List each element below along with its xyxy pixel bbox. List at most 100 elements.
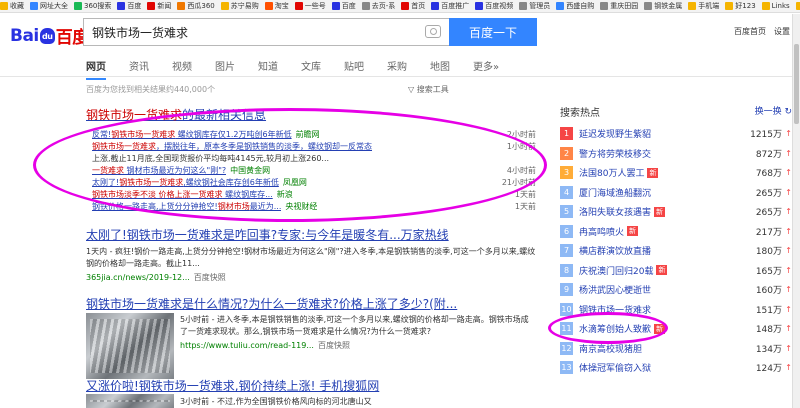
result-title-link[interactable]: 又涨价啦!钢铁市场一货难求,钢价持续上涨! 手机搜狐网 bbox=[86, 377, 536, 394]
news-time: 1天前 bbox=[514, 190, 536, 199]
hot-item-link[interactable]: 横店群演饮放直播 bbox=[579, 244, 738, 257]
hot-item[interactable]: 11 水滴筹创始人致歉新 148万 ↑ bbox=[560, 319, 792, 339]
bookmark-label: 百度 bbox=[341, 2, 356, 10]
bookmark-label: 新闻 bbox=[157, 2, 172, 10]
hot-item-link[interactable]: 延迟发现野生紫貂 bbox=[579, 127, 738, 140]
hot-item[interactable]: 6 冉高鸣喷火新 217万 ↑ bbox=[560, 222, 792, 242]
bookmark-icon bbox=[294, 2, 303, 10]
hot-item[interactable]: 7 横店群演饮放直播 180万 ↑ bbox=[560, 241, 792, 261]
bookmark-icon bbox=[147, 2, 156, 10]
bookmark-item[interactable]: 淘宝 bbox=[264, 1, 289, 11]
bookmark-item[interactable]: 西瓜360 bbox=[177, 1, 215, 11]
news-link[interactable]: 钢铁市场淡季不淡 价格上涨一货难求 螺纹钢库存... bbox=[92, 189, 273, 201]
search-input[interactable] bbox=[84, 19, 414, 45]
result-title-link[interactable]: 太刚了!钢铁市场一货难求是咋回事?专家:与今年是暖冬有...万家热线 bbox=[86, 226, 536, 243]
hot-search-panel: 搜索热点 换一换 ↻ 1 延迟发现野生紫貂 1215万 ↑ 2 警方将劳荣枝移交 872万 ↑… bbox=[560, 104, 792, 378]
rank-badge: 8 bbox=[560, 263, 573, 277]
bookmark-item[interactable]: 西盛自购 bbox=[556, 1, 594, 11]
new-badge: 新 bbox=[656, 265, 668, 276]
hot-item[interactable]: 1 延迟发现野生紫貂 1215万 ↑ bbox=[560, 124, 792, 144]
hot-item[interactable]: 4 厦门海域渔船翻沉 265万 ↑ bbox=[560, 183, 792, 203]
bookmark-item[interactable]: 百度 bbox=[331, 1, 356, 11]
trend-up-icon: ↑ bbox=[785, 363, 792, 373]
search-tools-button[interactable]: ▽ 搜索工具 bbox=[408, 84, 449, 95]
result-2-body: 5小时前 - 进入冬季,本是钢铁销售的淡季,可这一个多月以来,螺纹钢的价格却一路… bbox=[180, 314, 536, 351]
bookmark-item[interactable]: 一些号 bbox=[294, 1, 326, 11]
result-thumbnail[interactable] bbox=[86, 394, 174, 408]
hot-item[interactable]: 2 警方将劳荣枝移交 872万 ↑ bbox=[560, 144, 792, 164]
snapshot-link[interactable]: 百度快照 bbox=[318, 341, 350, 350]
news-link[interactable]: 钢铁市场一货难求，摆脱往年，原本冬季是钢铁销售的淡季，螺纹钢却一反常态 bbox=[92, 141, 372, 153]
bookmark-label: Links bbox=[771, 2, 790, 10]
heat-value: 217万 bbox=[755, 227, 782, 238]
hot-item-link[interactable]: 钢铁市场一货难求 bbox=[579, 303, 738, 316]
camera-icon[interactable] bbox=[425, 25, 441, 38]
result-url[interactable]: https://www.tuliu.com/read-119... 百度快照 bbox=[180, 340, 536, 351]
hot-item-link[interactable]: 冉高鸣喷火新 bbox=[579, 225, 738, 238]
refresh-button[interactable]: 换一换 ↻ bbox=[755, 104, 792, 119]
news-link[interactable]: 钢铁价格一路走高,上货分分钟抢空!钢材市场最近为... bbox=[92, 201, 281, 213]
bookmark-icon bbox=[117, 2, 126, 10]
bookmark-item[interactable]: 苏宁易购 bbox=[220, 1, 259, 11]
hot-item[interactable]: 3 法国80万人罢工新 768万 ↑ bbox=[560, 163, 792, 183]
news-item: 一货难求 钢材市场最近为何这么"刚"? 中国黄金网 4小时前 bbox=[92, 165, 536, 177]
bookmark-item[interactable]: 好123 bbox=[725, 1, 756, 11]
scrollbar[interactable] bbox=[792, 14, 800, 408]
bookmark-item[interactable]: Links for bbox=[795, 2, 800, 10]
hot-item-link[interactable]: 南京高校现猪胆 bbox=[579, 342, 738, 355]
hot-item[interactable]: 5 洛阳失联女孩遇害新 265万 ↑ bbox=[560, 202, 792, 222]
news-head-link[interactable]: 钢铁市场一货难求的最新相关信息 bbox=[86, 106, 536, 123]
bookmark-icon bbox=[556, 2, 565, 10]
bookmark-item[interactable]: 百度视频 bbox=[475, 1, 513, 11]
bookmark-item[interactable]: 管理员 bbox=[519, 1, 550, 11]
hot-item[interactable]: 9 杨洪武因心梗逝世 160万 ↑ bbox=[560, 280, 792, 300]
result-title-link[interactable]: 钢铁市场一货难求是什么情况?为什么一货难求?价格上涨了多少?(附... bbox=[86, 295, 536, 312]
result-3: 又涨价啦!钢铁市场一货难求,钢价持续上涨! 手机搜狐网 bbox=[86, 377, 536, 394]
news-link[interactable]: 反常!钢铁市场一货难求 螺纹钢库存仅1.2万吨创6年新低 bbox=[92, 129, 292, 141]
hot-item-link[interactable]: 洛阳失联女孩遇害新 bbox=[579, 205, 738, 218]
bookmark-item[interactable]: 重庆田园 bbox=[600, 1, 638, 11]
bookmark-item[interactable]: 去页-系 bbox=[361, 1, 395, 11]
hot-item[interactable]: 13 体操冠军偷窃入狱 124万 ↑ bbox=[560, 358, 792, 378]
news-time: 4小时前 bbox=[506, 166, 536, 175]
hot-item-link[interactable]: 厦门海域渔船翻沉 bbox=[579, 186, 738, 199]
news-link[interactable]: 太刚了!钢铁市场一货难求,螺纹钢社会库存创6年新低 bbox=[92, 177, 279, 189]
hot-item-link[interactable]: 杨洪武因心梗逝世 bbox=[579, 283, 738, 296]
hot-item-link[interactable]: 庆祝澳门回归20载新 bbox=[579, 264, 738, 277]
bookmark-icon bbox=[431, 2, 440, 10]
trend-up-icon: ↑ bbox=[785, 343, 792, 353]
bookmark-item[interactable]: 新闻 bbox=[147, 1, 171, 11]
news-link[interactable]: 一货难求 钢材市场最近为何这么"刚"? bbox=[92, 165, 226, 177]
bookmark-item[interactable]: 百度 bbox=[117, 1, 141, 11]
bookmark-item[interactable]: 收藏 bbox=[0, 1, 24, 11]
heat-value: 265万 bbox=[755, 188, 782, 199]
bookmark-item[interactable]: 钢铁金属 bbox=[644, 1, 682, 11]
rank-badge: 10 bbox=[560, 302, 573, 316]
hot-item[interactable]: 12 南京高校现猪胆 134万 ↑ bbox=[560, 339, 792, 359]
bookmark-item[interactable]: Links bbox=[761, 2, 790, 10]
result-thumbnail[interactable] bbox=[86, 313, 174, 379]
scrollbar-thumb[interactable] bbox=[794, 44, 799, 124]
bookmark-item[interactable]: 百度推广 bbox=[431, 1, 469, 11]
hot-item[interactable]: 8 庆祝澳门回归20载新 165万 ↑ bbox=[560, 261, 792, 281]
result-1: 太刚了!钢铁市场一货难求是咋回事?专家:与今年是暖冬有...万家热线 1天内 -… bbox=[86, 226, 536, 283]
bookmark-item[interactable]: 首页 bbox=[401, 1, 425, 11]
bookmark-item[interactable]: 网址大全 bbox=[30, 1, 68, 11]
news-source: 央视财经 bbox=[285, 202, 318, 211]
hot-item[interactable]: 10 钢铁市场一货难求 151万 ↑ bbox=[560, 300, 792, 320]
result-url[interactable]: 365jia.cn/news/2019-12... 百度快照 bbox=[86, 272, 536, 283]
hot-item-link[interactable]: 水滴筹创始人致歉新 bbox=[579, 322, 738, 335]
hot-item-link[interactable]: 警方将劳荣枝移交 bbox=[579, 147, 738, 160]
bookmark-item[interactable]: 360搜索 bbox=[74, 1, 111, 11]
hot-item-link[interactable]: 法国80万人罢工新 bbox=[579, 166, 738, 179]
heat-value: 180万 bbox=[755, 247, 782, 258]
baidu-logo[interactable]: Bai du 百度 bbox=[10, 23, 89, 49]
bookmark-icon bbox=[361, 2, 370, 10]
heat-value: 265万 bbox=[755, 208, 782, 219]
snapshot-link[interactable]: 百度快照 bbox=[194, 273, 226, 282]
search-button[interactable]: 百度一下 bbox=[449, 18, 537, 46]
baidu-home-link[interactable]: 百度首页 bbox=[734, 26, 766, 37]
bookmark-item[interactable]: 手机端 bbox=[688, 1, 719, 11]
settings-link[interactable]: 设置 bbox=[774, 26, 790, 37]
hot-item-link[interactable]: 体操冠军偷窃入狱 bbox=[579, 361, 738, 374]
